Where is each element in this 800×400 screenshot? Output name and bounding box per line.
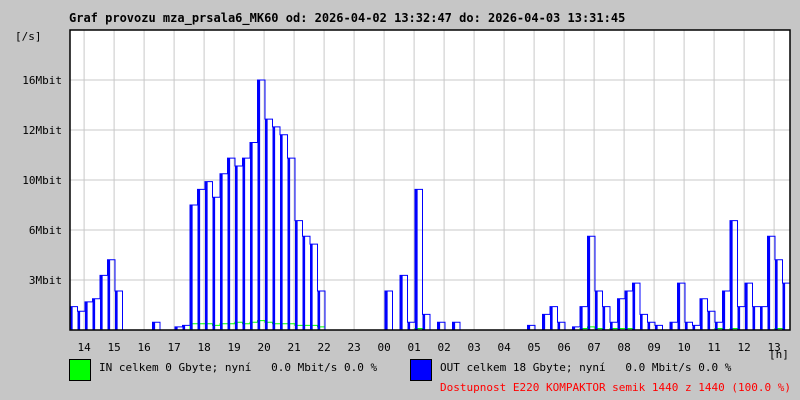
- x-tick-label: 03: [467, 341, 480, 354]
- out-data-point: [205, 181, 208, 330]
- out-data-point: [595, 290, 598, 330]
- out-data-point: [760, 306, 763, 330]
- out-data-point: [115, 290, 118, 330]
- out-data-point: [407, 322, 411, 330]
- x-tick-label: 02: [437, 341, 450, 354]
- x-tick-label: 16: [137, 341, 150, 354]
- x-tick-label: 19: [227, 341, 240, 354]
- out-data-point: [775, 259, 778, 330]
- out-data-point: [610, 322, 613, 330]
- x-tick-label: 12: [737, 341, 750, 354]
- out-data-point: [265, 119, 268, 330]
- out-data-point: [715, 322, 718, 330]
- out-data-point: [752, 306, 756, 330]
- out-data-point: [557, 322, 561, 330]
- x-tick-label: 05: [527, 341, 540, 354]
- out-data-point: [707, 311, 711, 330]
- x-tick-label: 21: [287, 341, 300, 354]
- out-data-point: [647, 322, 651, 330]
- out-data-point: [302, 236, 306, 330]
- out-data-point: [77, 311, 81, 330]
- availability-text: Dostupnost E220 KOMPAKTOR semik 1440 z 1…: [440, 381, 791, 394]
- x-tick-label: 17: [167, 341, 180, 354]
- out-data-point: [272, 126, 276, 330]
- legend-out-swatch: [410, 359, 432, 381]
- legend-in-swatch: [69, 359, 91, 381]
- out-data-point: [685, 322, 688, 330]
- x-tick-label: 15: [107, 341, 120, 354]
- out-data-point: [782, 283, 786, 330]
- x-tick-label: 13: [767, 341, 780, 354]
- x-tick-label: 04: [497, 341, 511, 354]
- out-data-point: [602, 306, 606, 330]
- x-tick-label: 14: [77, 341, 91, 354]
- y-tick-label: 16Mbit: [22, 74, 62, 87]
- out-data-point: [197, 189, 201, 330]
- x-tick-label: 23: [347, 341, 360, 354]
- y-tick-label: 6Mbit: [29, 224, 62, 237]
- y-tick-label: 10Mbit: [22, 174, 62, 187]
- x-tick-label: 18: [197, 341, 210, 354]
- x-tick-label: 22: [317, 341, 330, 354]
- x-tick-label: 01: [407, 341, 420, 354]
- traffic-chart: 3Mbit 6Mbit 10Mbit 12Mbit 16Mbit 14 15 16 17 18 19…: [22, 29, 791, 354]
- out-data-point: [640, 314, 643, 330]
- legend-in-text: IN celkem 0 Gbyte; nyní 0.0 Mbit/s 0.0 %: [99, 361, 378, 374]
- out-data-point: [227, 158, 231, 330]
- out-data-point: [295, 220, 298, 330]
- x-tick-label: 08: [617, 341, 630, 354]
- x-tick-label: 00: [377, 341, 390, 354]
- out-data-point: [737, 306, 741, 330]
- out-data-point: [287, 158, 291, 330]
- out-data-point: [280, 134, 283, 330]
- out-data-point: [235, 165, 238, 330]
- y-tick-label: 12Mbit: [22, 124, 62, 137]
- out-data-point: [422, 314, 426, 330]
- out-data-point: [92, 298, 96, 330]
- y-tick-label: 3Mbit: [29, 274, 62, 287]
- x-tick-label: 07: [587, 341, 600, 354]
- x-tick-label: 20: [257, 341, 270, 354]
- x-tick-label: 11: [707, 341, 720, 354]
- out-data-point: [212, 197, 216, 330]
- out-data-point: [250, 142, 253, 330]
- out-data-point: [310, 244, 313, 330]
- x-tick-label: 09: [647, 341, 660, 354]
- out-data-point: [242, 158, 246, 330]
- legend-out-text: OUT celkem 18 Gbyte; nyní 0.0 Mbit/s 0.0…: [440, 361, 732, 374]
- x-tick-label: 06: [557, 341, 570, 354]
- out-data-point: [317, 290, 321, 330]
- x-tick-label: 10: [677, 341, 690, 354]
